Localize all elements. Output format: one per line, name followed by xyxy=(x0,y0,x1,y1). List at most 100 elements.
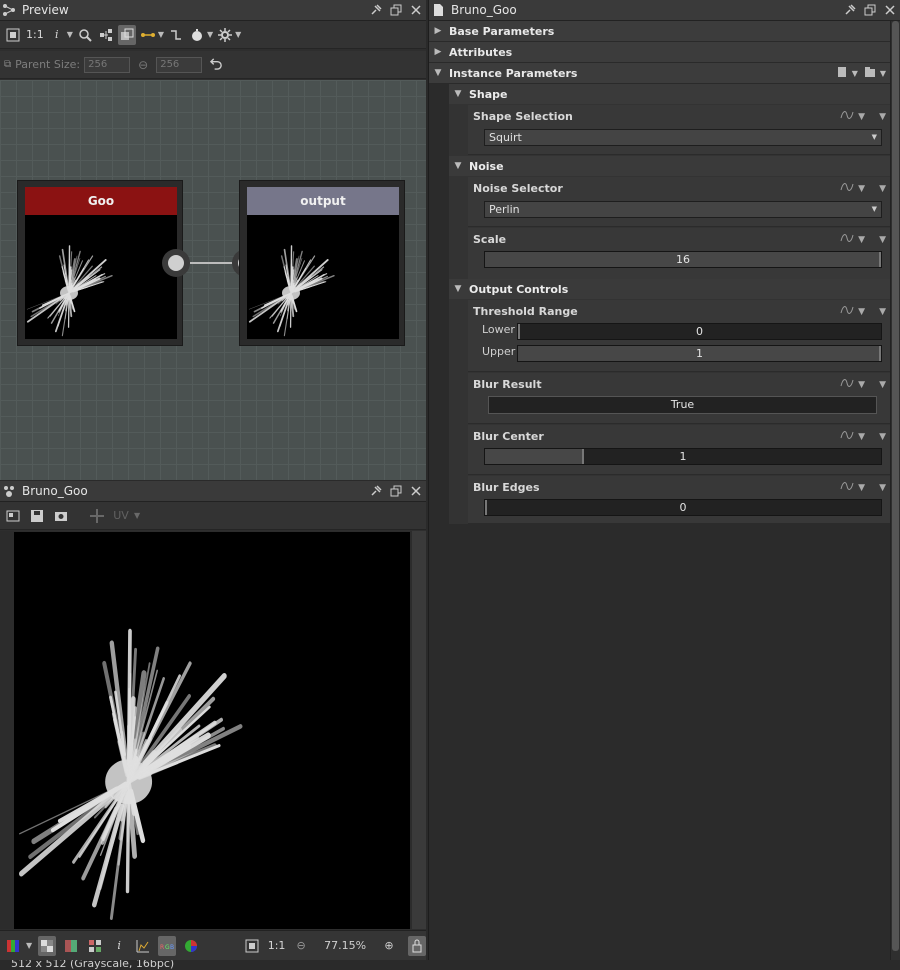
chevron-down-icon[interactable]: ▼ xyxy=(879,112,886,122)
image-list-icon[interactable] xyxy=(4,506,22,526)
scrollbar-thumb[interactable] xyxy=(892,21,899,951)
chevron-down-icon[interactable]: ▼ xyxy=(858,235,865,245)
lower-slider[interactable]: 0 xyxy=(517,323,882,340)
function-graph-icon[interactable] xyxy=(840,109,854,124)
undo-icon[interactable] xyxy=(210,57,223,73)
chevron-down-icon[interactable]: ▼ xyxy=(158,30,164,39)
function-graph-icon[interactable] xyxy=(840,181,854,196)
chevron-down-icon[interactable]: ▼ xyxy=(235,30,241,39)
blur-edges-slider[interactable]: 0 xyxy=(484,499,882,516)
presets-icon[interactable] xyxy=(864,66,876,81)
close-icon[interactable] xyxy=(408,483,424,499)
gear-icon[interactable] xyxy=(216,25,234,45)
function-graph-icon[interactable] xyxy=(840,304,854,319)
search-icon[interactable] xyxy=(76,25,94,45)
function-graph-icon[interactable] xyxy=(840,377,854,392)
scale-slider[interactable]: 16 xyxy=(484,251,882,268)
chevron-down-icon[interactable]: ▼ xyxy=(879,184,886,194)
shape-dropdown[interactable]: Squirt ▼ xyxy=(484,129,882,146)
chevron-down-icon[interactable]: ▼ xyxy=(879,483,886,493)
chevron-down-icon[interactable]: ▼ xyxy=(858,380,865,390)
save-icon[interactable] xyxy=(28,506,46,526)
upper-slider[interactable]: 1 xyxy=(517,345,882,362)
chevron-down-icon[interactable]: ▼ xyxy=(858,307,865,317)
chevron-down-icon[interactable]: ▼ xyxy=(880,69,886,78)
zoom-in-icon[interactable]: ⊕ xyxy=(380,936,398,956)
close-icon[interactable] xyxy=(882,2,898,18)
group-output-controls[interactable]: ▼ Output Controls xyxy=(449,279,890,299)
fit-view-icon[interactable] xyxy=(243,936,261,956)
section-base-parameters[interactable]: ▶ Base Parameters xyxy=(429,21,890,42)
noise-dropdown[interactable]: Perlin ▼ xyxy=(484,201,882,218)
chevron-down-icon[interactable]: ▼ xyxy=(879,380,886,390)
node-output[interactable]: output xyxy=(239,180,405,346)
output-port[interactable] xyxy=(162,249,190,277)
section-attributes[interactable]: ▶ Attributes xyxy=(429,42,890,63)
ratio-button[interactable]: 1:1 xyxy=(25,25,45,45)
param-blur-edges: Blur Edges ▼▼ 0 xyxy=(468,476,890,524)
zoom-out-icon[interactable]: ⊖ xyxy=(292,936,310,956)
viewer-scrollbar[interactable] xyxy=(412,531,426,929)
restore-icon[interactable] xyxy=(862,2,878,18)
zoom-level[interactable]: 77.15% xyxy=(316,939,374,952)
node-connection xyxy=(190,262,232,264)
camera-icon[interactable] xyxy=(52,506,70,526)
fit-view-icon[interactable] xyxy=(4,25,22,45)
info-button[interactable]: i xyxy=(48,25,66,45)
section-instance-parameters[interactable]: ▼ Instance Parameters ▼ ▼ xyxy=(429,63,890,84)
group-shape[interactable]: ▼ Shape xyxy=(449,84,890,104)
function-graph-icon[interactable] xyxy=(840,480,854,495)
chevron-down-icon[interactable]: ▼ xyxy=(852,69,858,78)
viewer-canvas[interactable]: 512 x 512 (Grayscale, 16bpc) xyxy=(0,531,426,929)
close-icon[interactable] xyxy=(408,2,424,18)
connector-icon[interactable] xyxy=(139,25,157,45)
checker-icon[interactable] xyxy=(38,936,56,956)
histogram-icon[interactable] xyxy=(134,936,152,956)
param-label: Noise Selector xyxy=(473,182,563,195)
channels-icon[interactable] xyxy=(4,936,22,956)
chevron-down-icon[interactable]: ▼ xyxy=(858,112,865,122)
section-label: Instance Parameters xyxy=(449,67,577,80)
chevron-down-icon[interactable]: ▼ xyxy=(67,30,73,39)
chevron-down-icon[interactable]: ▼ xyxy=(858,483,865,493)
chevron-down-icon[interactable]: ▼ xyxy=(26,941,32,950)
color-swatch-icon[interactable] xyxy=(62,936,80,956)
group-noise[interactable]: ▼ Noise xyxy=(449,156,890,176)
step-icon[interactable] xyxy=(167,25,185,45)
restore-icon[interactable] xyxy=(388,483,404,499)
parameters-scrollbar[interactable] xyxy=(890,21,900,960)
parent-height-field[interactable]: 256 xyxy=(156,57,202,73)
parent-size-row: ⧉ Parent Size: 256 ⊖ 256 xyxy=(0,51,426,79)
ratio-button[interactable]: 1:1 xyxy=(267,936,286,956)
blur-center-slider[interactable]: 1 xyxy=(484,448,882,465)
link-icon[interactable]: ⊖ xyxy=(138,58,148,72)
node-graph[interactable]: Goo output xyxy=(0,80,426,480)
chevron-down-icon[interactable]: ▼ xyxy=(879,432,886,442)
svg-text:B: B xyxy=(170,944,174,951)
pin-icon[interactable] xyxy=(368,483,384,499)
info-button[interactable]: i xyxy=(110,936,128,956)
color-wheel-icon[interactable] xyxy=(182,936,200,956)
parent-width-field[interactable]: 256 xyxy=(84,57,130,73)
lock-icon[interactable] xyxy=(408,936,426,956)
notes-icon[interactable] xyxy=(836,66,848,81)
node-goo[interactable]: Goo xyxy=(17,180,183,346)
chevron-down-icon[interactable]: ▼ xyxy=(858,432,865,442)
function-graph-icon[interactable] xyxy=(840,429,854,444)
restore-icon[interactable] xyxy=(388,2,404,18)
function-graph-icon[interactable] xyxy=(840,232,854,247)
chevron-down-icon[interactable]: ▼ xyxy=(858,184,865,194)
chevron-down-icon[interactable]: ▼ xyxy=(879,307,886,317)
rgb-icon[interactable]: RGB xyxy=(158,936,176,956)
timer-icon[interactable] xyxy=(188,25,206,45)
chevron-down-icon[interactable]: ▼ xyxy=(207,30,213,39)
hierarchy-icon[interactable] xyxy=(97,25,115,45)
preview-panel: Preview 1:1 i ▼ ▼ ▼ ▼ ⧉ Parent Size: 256… xyxy=(0,0,426,480)
chevron-down-icon[interactable]: ▼ xyxy=(879,235,886,245)
viewer-bottom-bar: ▼ i RGB 1:1 ⊖ 77.15% ⊕ xyxy=(0,930,426,960)
pin-icon[interactable] xyxy=(368,2,384,18)
tiling-icon[interactable] xyxy=(86,936,104,956)
pin-icon[interactable] xyxy=(842,2,858,18)
blur-result-toggle[interactable]: True xyxy=(488,396,877,414)
layers-icon[interactable] xyxy=(118,25,136,45)
